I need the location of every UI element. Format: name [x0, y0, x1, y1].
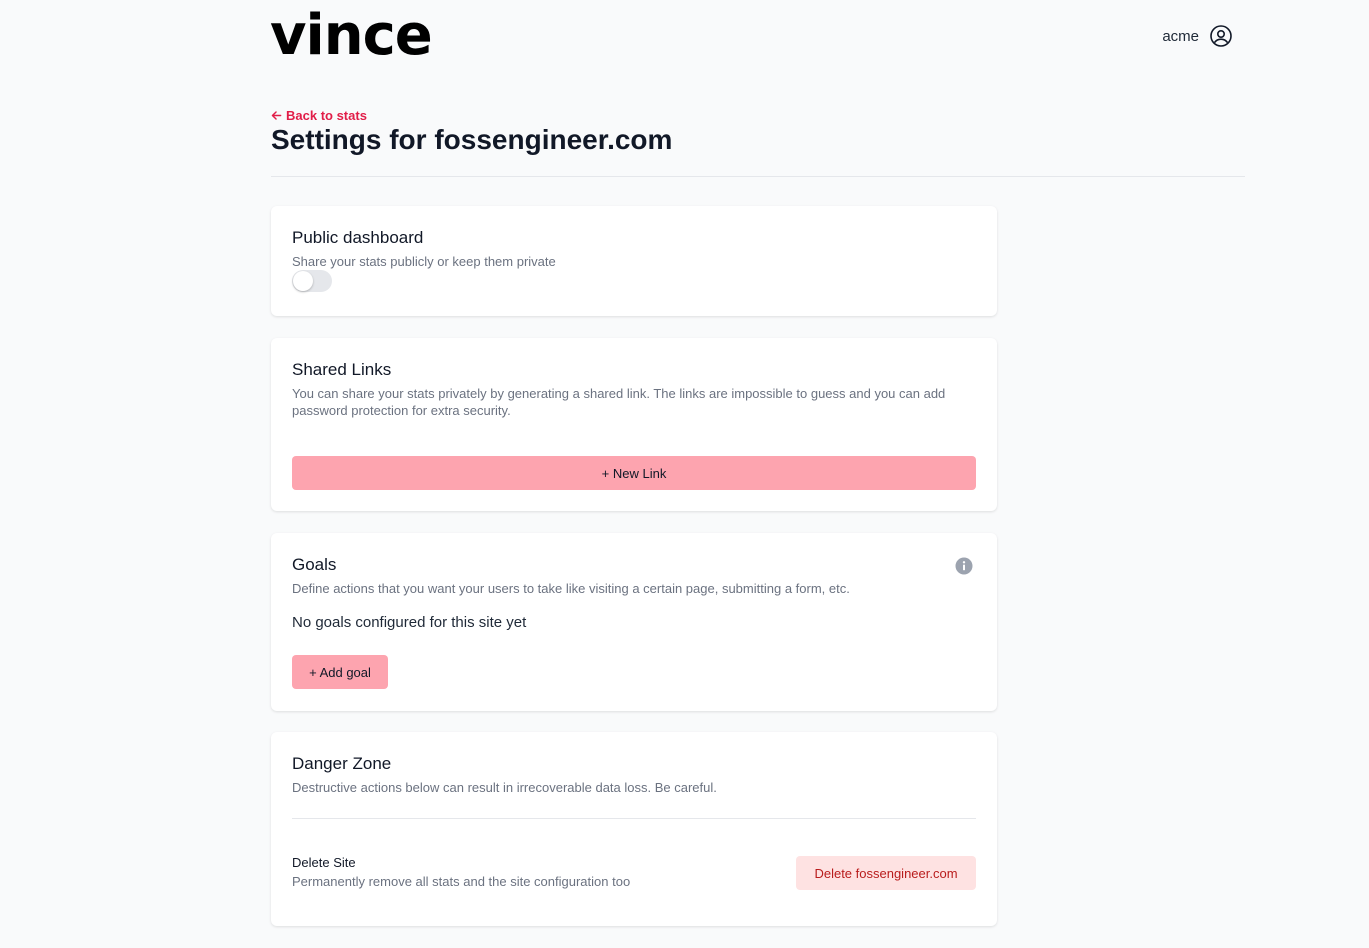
- danger-zone-divider: [292, 818, 976, 819]
- public-dashboard-title: Public dashboard: [292, 228, 424, 247]
- danger-zone-description: Destructive actions below can result in …: [292, 780, 717, 795]
- shared-links-title: Shared Links: [292, 360, 392, 379]
- goals-card: Goals Define actions that you want your …: [271, 533, 997, 711]
- header-divider: [271, 176, 1245, 177]
- add-goal-button[interactable]: + Add goal: [292, 655, 388, 689]
- back-link-label: Back to stats: [286, 108, 367, 123]
- page-title: Settings for fossengineer.com: [271, 124, 673, 155]
- goals-description: Define actions that you want your users …: [292, 581, 850, 596]
- public-dashboard-toggle[interactable]: [292, 270, 332, 292]
- arrow-left-icon: [271, 110, 282, 121]
- new-link-button[interactable]: + New Link: [292, 456, 976, 490]
- goals-empty-state: No goals configured for this site yet: [292, 614, 527, 631]
- shared-links-description: You can share your stats privately by ge…: [292, 386, 946, 418]
- page: vince acme Back to stats Settings for fo…: [0, 0, 1369, 948]
- back-to-stats-link[interactable]: Back to stats: [271, 108, 367, 123]
- shared-links-card: Shared Links You can share your stats pr…: [271, 338, 997, 511]
- public-dashboard-description: Share your stats publicly or keep them p…: [292, 254, 556, 269]
- danger-zone-card: Danger Zone Destructive actions below ca…: [271, 732, 997, 926]
- delete-site-button[interactable]: Delete fossengineer.com: [796, 856, 976, 890]
- user-name: acme: [1162, 27, 1199, 45]
- logo-text: vince: [270, 3, 433, 68]
- logo[interactable]: vince: [270, 3, 433, 68]
- delete-site-description: Permanently remove all stats and the sit…: [292, 874, 631, 889]
- delete-site-title: Delete Site: [292, 855, 356, 870]
- user-menu[interactable]: acme: [1162, 24, 1233, 48]
- danger-zone-title: Danger Zone: [292, 754, 392, 773]
- goals-title: Goals: [292, 555, 337, 574]
- public-dashboard-card: Public dashboard Share your stats public…: [271, 206, 997, 316]
- user-circle-icon[interactable]: [1209, 24, 1233, 48]
- toggle-knob: [293, 271, 313, 291]
- info-circle-icon[interactable]: [955, 557, 973, 575]
